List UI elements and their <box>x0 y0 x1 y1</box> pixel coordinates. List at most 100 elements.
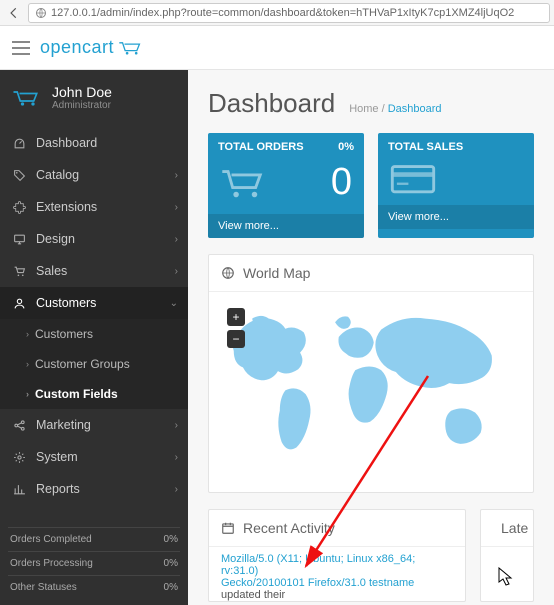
back-button[interactable] <box>4 3 24 23</box>
sidebar-subnav-customers: › Customers ›Customer Groups › Custom Fiel… <box>0 319 188 409</box>
chevron-right-icon: › <box>26 389 29 399</box>
sidebar-item-label: System <box>36 450 78 464</box>
panel-title: Recent Activity <box>243 520 335 536</box>
chevron-right-icon: › <box>175 484 178 495</box>
panel-recent-activity: Recent Activity Mozilla/5.0 (X11; Ubuntu… <box>208 509 466 602</box>
sidebar-item-extensions[interactable]: Extensions › <box>0 191 188 223</box>
status-row: Orders Completed 0% <box>8 527 180 551</box>
breadcrumb-current[interactable]: Dashboard <box>388 103 442 115</box>
credit-card-icon <box>390 161 436 195</box>
brand-logo[interactable]: opencart <box>40 37 144 58</box>
sidebar-item-dashboard[interactable]: Dashboard <box>0 127 188 159</box>
url-bar[interactable]: 127.0.0.1/admin/index.php?route=common/d… <box>28 3 550 23</box>
cart-icon <box>12 265 26 278</box>
world-map-svg <box>219 302 523 468</box>
activity-entry: Mozilla/5.0 (X11; Ubuntu; Linux x86_64; … <box>209 547 465 601</box>
status-value: 0% <box>164 534 178 545</box>
page-title: Dashboard <box>208 88 335 119</box>
sidebar-item-system[interactable]: System › <box>0 441 188 473</box>
world-map[interactable]: + − <box>219 302 523 482</box>
chevron-down-icon: ⌄ <box>170 298 178 309</box>
sidebar-item-label: Dashboard <box>36 136 97 150</box>
globe-icon <box>35 7 47 19</box>
sidebar-item-design[interactable]: Design › <box>0 223 188 255</box>
chart-icon <box>12 483 26 496</box>
share-icon <box>12 419 26 432</box>
user-name: John Doe <box>52 84 112 100</box>
sidebar-item-label: Customers <box>36 296 96 310</box>
sidebar-item-label: Extensions <box>36 200 97 214</box>
status-row: Orders Processing 0% <box>8 551 180 575</box>
map-zoom-in[interactable]: + <box>227 308 245 326</box>
breadcrumb: Home / Dashboard <box>349 103 441 115</box>
status-label: Orders Processing <box>10 558 93 569</box>
cart-icon <box>118 39 144 57</box>
puzzle-icon <box>12 201 26 214</box>
sidebar-subitem-customers[interactable]: › Customers <box>0 319 188 349</box>
sidebar-item-marketing[interactable]: Marketing › <box>0 409 188 441</box>
content-area: Dashboard Home / Dashboard TOTAL ORDERS 0… <box>188 70 554 605</box>
stat-tiles: TOTAL ORDERS 0% 0 View more... TOTAL SALE… <box>188 133 554 238</box>
activity-text: updated their <box>221 589 285 601</box>
sidebar-item-customers[interactable]: Customers ⌄ <box>0 287 188 319</box>
globe-icon <box>221 266 235 280</box>
browser-chrome: 127.0.0.1/admin/index.php?route=common/d… <box>0 0 554 26</box>
menu-toggle[interactable] <box>12 41 30 55</box>
user-icon <box>12 297 26 310</box>
dashboard-icon <box>12 137 26 150</box>
chevron-right-icon: › <box>26 329 29 339</box>
breadcrumb-home[interactable]: Home <box>349 103 378 115</box>
sidebar-subitem-customer-groups[interactable]: ›Customer Groups <box>0 349 188 379</box>
sidebar-item-label: Customer Groups <box>35 357 130 371</box>
gear-icon <box>12 451 26 464</box>
url-text: 127.0.0.1/admin/index.php?route=common/d… <box>51 7 514 19</box>
status-value: 0% <box>164 558 178 569</box>
tile-view-more[interactable]: View more... <box>208 214 364 238</box>
chevron-right-icon: › <box>175 170 178 181</box>
sidebar-nav-lower: Marketing › System › Reports › <box>0 409 188 505</box>
sidebar-item-catalog[interactable]: Catalog › <box>0 159 188 191</box>
sidebar-item-label: Design <box>36 232 75 246</box>
breadcrumb-sep: / <box>382 103 385 115</box>
arrow-left-icon <box>7 6 21 20</box>
user-block: John Doe Administrator <box>0 70 188 127</box>
status-label: Orders Completed <box>10 534 92 545</box>
cart-icon <box>220 166 266 200</box>
tile-pct: 0% <box>338 141 354 153</box>
panel-latest: Late <box>480 509 534 602</box>
app-header: opencart <box>0 26 554 70</box>
sidebar-item-reports[interactable]: Reports › <box>0 473 188 505</box>
sidebar-nav: Dashboard Catalog › Extensions › Design … <box>0 127 188 319</box>
sidebar-item-sales[interactable]: Sales › <box>0 255 188 287</box>
tile-value: 0 <box>331 161 352 204</box>
tag-icon <box>12 169 26 182</box>
sidebar-statuses: Orders Completed 0% Orders Processing 0% O… <box>8 527 180 599</box>
sidebar-item-label: Custom Fields <box>35 387 118 401</box>
sidebar-item-label: Sales <box>36 264 67 278</box>
sidebar: John Doe Administrator Dashboard Catalog… <box>0 70 188 605</box>
panel-title: Late <box>501 520 528 536</box>
panel-world-map: World Map + − <box>208 254 534 493</box>
chevron-right-icon: › <box>175 234 178 245</box>
map-zoom-out[interactable]: − <box>227 330 245 348</box>
tile-view-more[interactable]: View more... <box>378 205 534 229</box>
panel-title: World Map <box>243 265 310 281</box>
brand-text: opencart <box>40 37 114 58</box>
activity-link[interactable]: Mozilla/5.0 (X11; Ubuntu; Linux x86_64; … <box>221 553 415 577</box>
tile-total-orders: TOTAL ORDERS 0% 0 View more... <box>208 133 364 238</box>
sidebar-item-label: Catalog <box>36 168 79 182</box>
calendar-icon <box>221 521 235 535</box>
user-role: Administrator <box>52 100 112 111</box>
chevron-right-icon: › <box>175 420 178 431</box>
page-header: Dashboard Home / Dashboard <box>188 70 554 133</box>
sidebar-item-label: Marketing <box>36 418 91 432</box>
sidebar-subitem-custom-fields[interactable]: › Custom Fields <box>0 379 188 409</box>
chevron-right-icon: › <box>175 452 178 463</box>
chevron-right-icon: › <box>175 266 178 277</box>
tile-title: TOTAL ORDERS <box>218 141 304 153</box>
sidebar-item-label: Customers <box>35 327 93 341</box>
activity-link[interactable]: Gecko/20100101 Firefox/31.0 testname <box>221 577 414 589</box>
tile-total-sales: TOTAL SALES View more... <box>378 133 534 238</box>
desktop-icon <box>12 233 26 246</box>
status-value: 0% <box>164 582 178 593</box>
